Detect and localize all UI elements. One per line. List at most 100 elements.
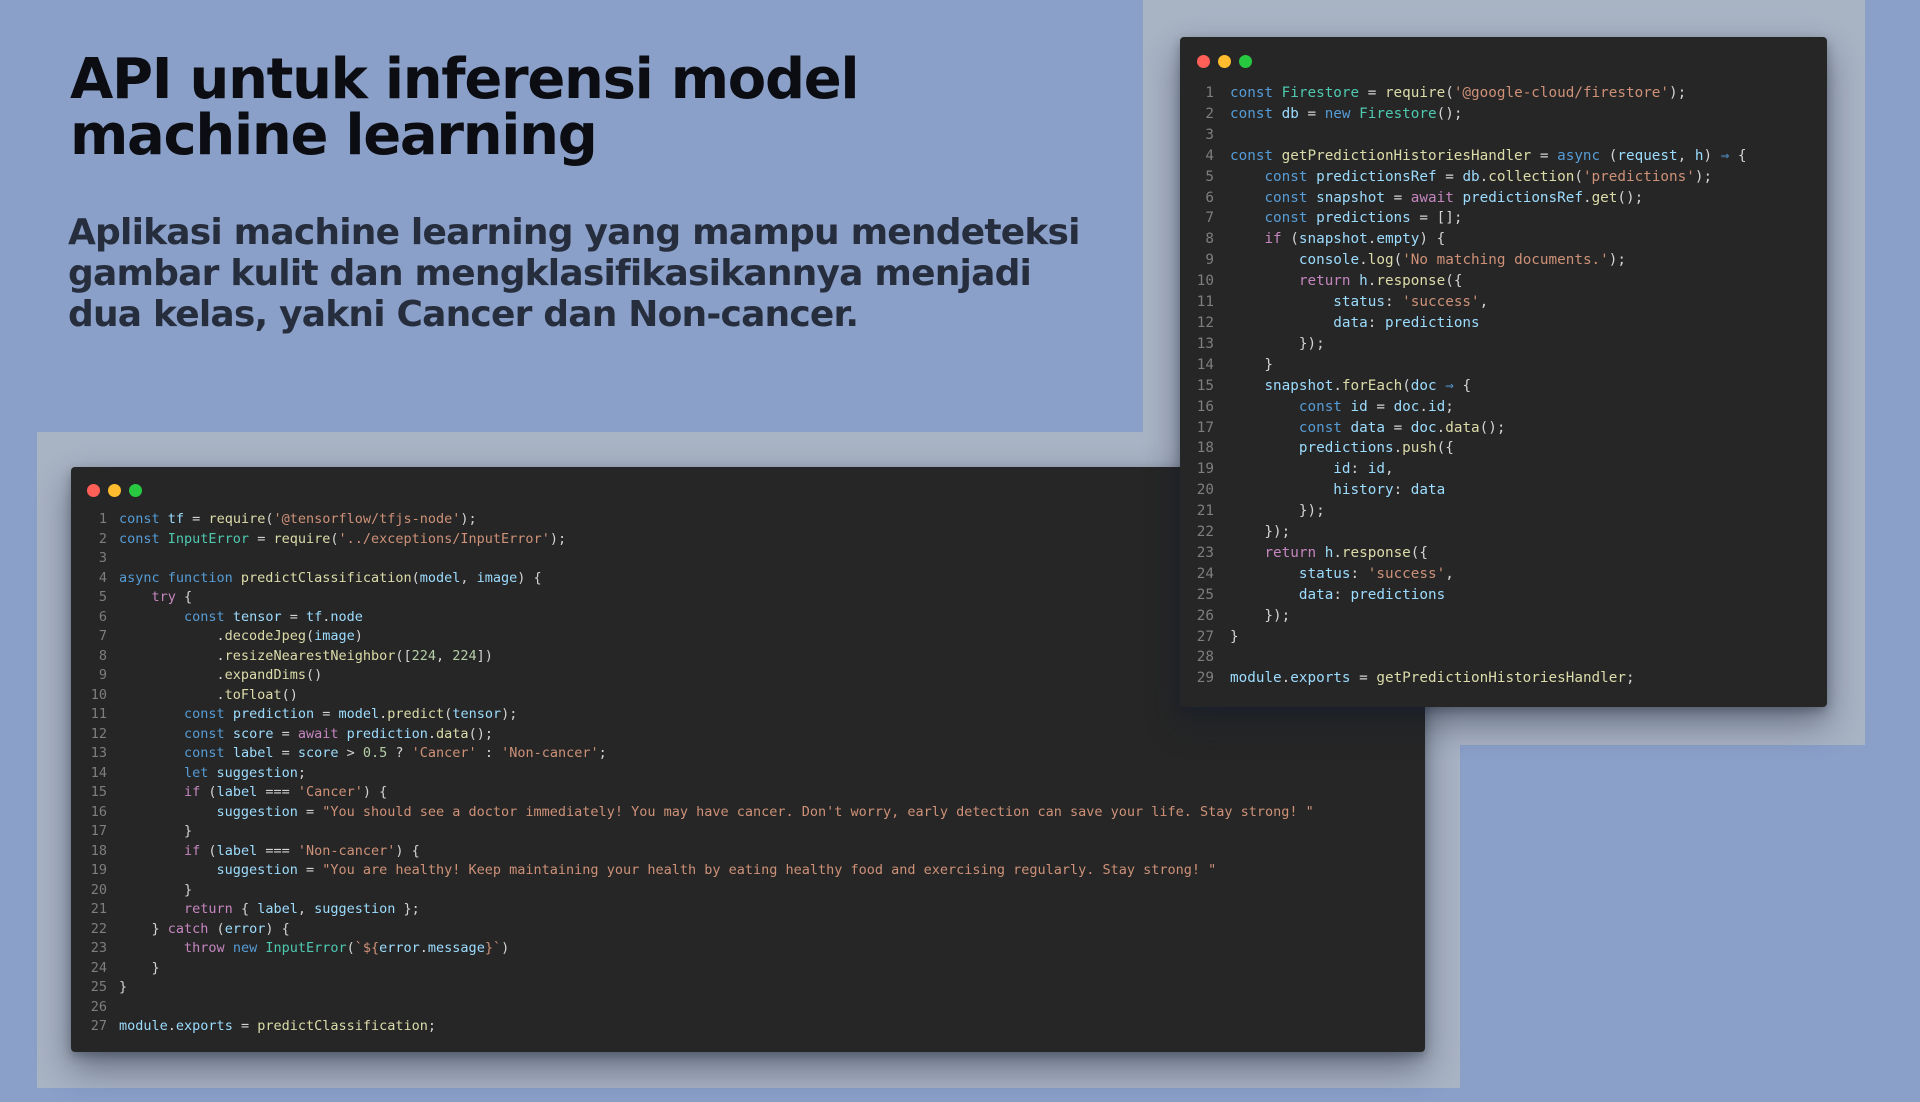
line-number: 17: [90, 823, 107, 839]
code-token: predictions: [1316, 210, 1411, 227]
code-token: empty: [1376, 231, 1420, 248]
code-token: const: [1298, 419, 1351, 436]
code-token: score: [232, 725, 274, 742]
code-token: prediction: [346, 725, 428, 742]
line-number: 9: [1205, 252, 1214, 269]
code-line: 16 const id = doc.id;: [1196, 397, 1747, 418]
code-token: log: [1367, 252, 1394, 269]
code-token: );: [460, 511, 477, 527]
code-line: 26: [83, 998, 1314, 1018]
code-block: 1 const tf = require('@tensorflow/tfjs-no…: [83, 510, 1314, 1037]
code-token: Firestore: [1281, 85, 1360, 101]
close-window-dot[interactable]: [87, 484, 100, 497]
line-number: 7: [1205, 210, 1214, 227]
code-token: model: [338, 706, 380, 722]
code-token: history: [1333, 482, 1394, 499]
minimize-window-dot[interactable]: [108, 484, 121, 497]
page-title: API untuk inferensi model machine learni…: [70, 47, 860, 168]
code-token: getPredictionHistoriesHandler: [1376, 670, 1626, 687]
line-number: 20: [1196, 482, 1214, 499]
code-token: InputError: [167, 530, 250, 547]
code-token: error: [224, 920, 266, 937]
code-token: });: [1230, 503, 1325, 520]
code-token: status: [1333, 294, 1385, 311]
code-line: 12 data: predictions: [1196, 313, 1747, 334]
code-token: '@google-cloud/firestore': [1453, 85, 1670, 101]
code-token: 'Cancer': [297, 784, 363, 800]
code-token: =: [273, 725, 298, 742]
code-token: predict: [387, 706, 445, 722]
line-number: 13: [1196, 335, 1214, 352]
code-token: data: [436, 725, 469, 742]
code-line: 5 const predictionsRef = db.collection('…: [1196, 167, 1747, 188]
code-token: data: [1410, 482, 1446, 499]
code-token: .: [427, 725, 437, 742]
code-token: (: [208, 920, 225, 937]
code-line: 10 .toFloat(): [83, 686, 1314, 706]
code-line: 18 if (label === 'Non-cancer') {: [83, 842, 1314, 862]
code-token: if: [184, 842, 201, 859]
code-token: 224: [411, 647, 437, 664]
code-line: 2 const db = new Firestore();: [1196, 104, 1747, 125]
code-token: ) {: [265, 920, 290, 937]
code-token: .: [119, 686, 225, 703]
code-token: collection: [1488, 168, 1575, 185]
code-line: 19 id: id,: [1196, 459, 1747, 480]
code-line: 8 .resizeNearestNeighbor([224, 224]): [83, 647, 1314, 667]
maximize-window-dot[interactable]: [129, 484, 142, 497]
line-number: 24: [1196, 565, 1214, 582]
line-number: 1: [1205, 85, 1214, 101]
code-line: 9 console.log('No matching documents.');: [1196, 250, 1747, 271]
code-token: throw: [184, 940, 233, 956]
line-number: 15: [1196, 377, 1214, 394]
code-token: (: [305, 628, 315, 644]
code-token: tensor: [452, 706, 502, 722]
code-token: =: [1531, 147, 1558, 164]
code-token: =: [314, 706, 339, 722]
code-token: 0.5: [362, 745, 388, 761]
code-token: ;: [427, 1018, 437, 1034]
line-number: 16: [90, 803, 107, 820]
line-number: 6: [1205, 189, 1214, 206]
code-token: ): [1703, 147, 1721, 164]
code-token: error: [379, 940, 420, 956]
code-token: ): [354, 628, 363, 644]
code-token: }: [1230, 356, 1274, 373]
code-token: [];: [1436, 210, 1463, 227]
code-token: snapshot: [1298, 231, 1368, 248]
code-token: );: [1694, 168, 1713, 185]
code-token: return: [184, 901, 233, 917]
code-token: =: [249, 530, 274, 547]
code-token: {: [1453, 377, 1472, 394]
code-token: 'No matching documents.': [1402, 252, 1609, 269]
maximize-window-dot[interactable]: [1239, 55, 1252, 68]
code-line: 23 throw new InputError(`${error.message…: [83, 939, 1314, 959]
code-token: '@tensorflow/tfjs-node': [273, 511, 461, 527]
code-token: ⇒: [1445, 377, 1454, 394]
code-token: const: [1264, 168, 1317, 185]
minimize-window-dot[interactable]: [1218, 55, 1231, 68]
code-token: ?: [387, 745, 412, 761]
code-token: predictClassification: [257, 1018, 428, 1034]
code-token: tf: [305, 608, 323, 625]
code-token: (): [281, 686, 298, 703]
code-token: });: [1230, 524, 1291, 541]
code-token: }: [119, 920, 168, 937]
code-token: (: [346, 940, 355, 956]
code-token: =: [1350, 670, 1377, 687]
code-token: InputError: [265, 940, 347, 956]
code-token: label: [232, 745, 274, 761]
close-window-dot[interactable]: [1197, 55, 1210, 68]
code-token: module: [119, 1018, 168, 1034]
code-token: =: [1436, 168, 1463, 185]
code-token: .: [1281, 670, 1291, 687]
code-token: .: [119, 667, 225, 683]
code-line: 22 } catch (error) {: [83, 920, 1314, 940]
code-line: 10 return h.response({: [1196, 271, 1747, 292]
